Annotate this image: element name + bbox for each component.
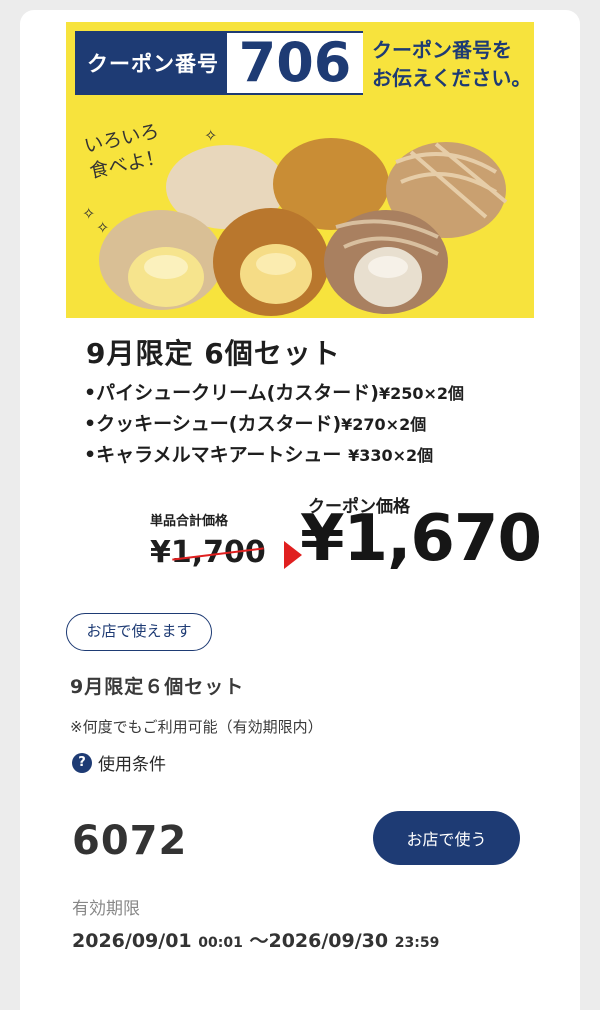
original-price: ¥1,700 bbox=[150, 535, 266, 570]
coupon-price: ¥1,670 bbox=[300, 502, 542, 576]
item-price: ¥330×2個 bbox=[348, 446, 434, 465]
coupon-instruction-line1: クーポン番号を bbox=[372, 38, 512, 62]
valid-separator: ～ bbox=[249, 930, 269, 952]
original-price-label: 単品合計価格 bbox=[150, 514, 229, 529]
coupon-instruction-line2: お伝えください。 bbox=[372, 66, 532, 90]
item-name: •クッキーシュー(カスタード) bbox=[84, 413, 342, 435]
item-name: •パイシュークリーム(カスタード) bbox=[84, 382, 379, 404]
terms-link[interactable]: ? 使用条件 bbox=[72, 750, 166, 775]
coupon-title: 9月限定６個セット bbox=[70, 676, 245, 698]
sparkle-icon: ✧ bbox=[204, 126, 218, 145]
item-name: •キャラメルマキアートシュー bbox=[84, 444, 342, 466]
help-icon: ? bbox=[72, 752, 92, 773]
item-price: ¥270×2個 bbox=[341, 415, 427, 434]
valid-start-time: 00:01 bbox=[198, 935, 243, 951]
usage-note: ※何度でもご利用可能（有効期限内） bbox=[70, 718, 323, 736]
store-usable-badge: お店で使えます bbox=[66, 613, 212, 651]
valid-period-label: 有効期限 bbox=[72, 899, 140, 919]
terms-label: 使用条件 bbox=[98, 755, 166, 775]
product-title: 9月限定 6個セット bbox=[86, 337, 341, 370]
valid-end-time: 23:59 bbox=[394, 935, 440, 951]
coupon-number: 706 bbox=[238, 31, 352, 94]
use-in-store-button[interactable]: お店で使う bbox=[373, 811, 520, 865]
coupon-banner: クーポン番号 706 クーポン番号を お伝えください。 いろいろ 食べよ！ ✧ … bbox=[66, 22, 534, 318]
valid-start-date: 2026/09/01 bbox=[72, 930, 192, 952]
coupon-instruction: クーポン番号を お伝えください。 bbox=[372, 36, 532, 92]
list-item: •パイシュークリーム(カスタード)¥250×2個 bbox=[84, 378, 464, 409]
original-price-wrap: ¥1,700 bbox=[150, 535, 266, 570]
coupon-number-box: クーポン番号 706 bbox=[73, 29, 365, 97]
original-price-block: 単品合計価格 ¥1,700 bbox=[150, 510, 266, 570]
sparkle-icon: ✧ bbox=[82, 204, 96, 223]
list-item: •クッキーシュー(カスタード)¥270×2個 bbox=[84, 409, 464, 440]
item-price: ¥250×2個 bbox=[378, 384, 465, 403]
coupon-label: クーポン番号 bbox=[87, 52, 219, 76]
coupon-card: クーポン番号 706 クーポン番号を お伝えください。 いろいろ 食べよ！ ✧ … bbox=[20, 10, 580, 1010]
coupon-number-panel: 706 bbox=[227, 33, 363, 93]
product-list: •パイシュークリーム(カスタード)¥250×2個 •クッキーシュー(カスタード)… bbox=[84, 378, 464, 471]
valid-period: 2026/09/01 00:01 ～2026/09/30 23:59 bbox=[72, 926, 439, 953]
list-item: •キャラメルマキアートシュー ¥330×2個 bbox=[84, 440, 464, 471]
valid-end-date: 2026/09/30 bbox=[268, 930, 389, 952]
coupon-code: 6072 bbox=[72, 818, 188, 864]
sparkle-icon: ✧ bbox=[96, 218, 110, 237]
